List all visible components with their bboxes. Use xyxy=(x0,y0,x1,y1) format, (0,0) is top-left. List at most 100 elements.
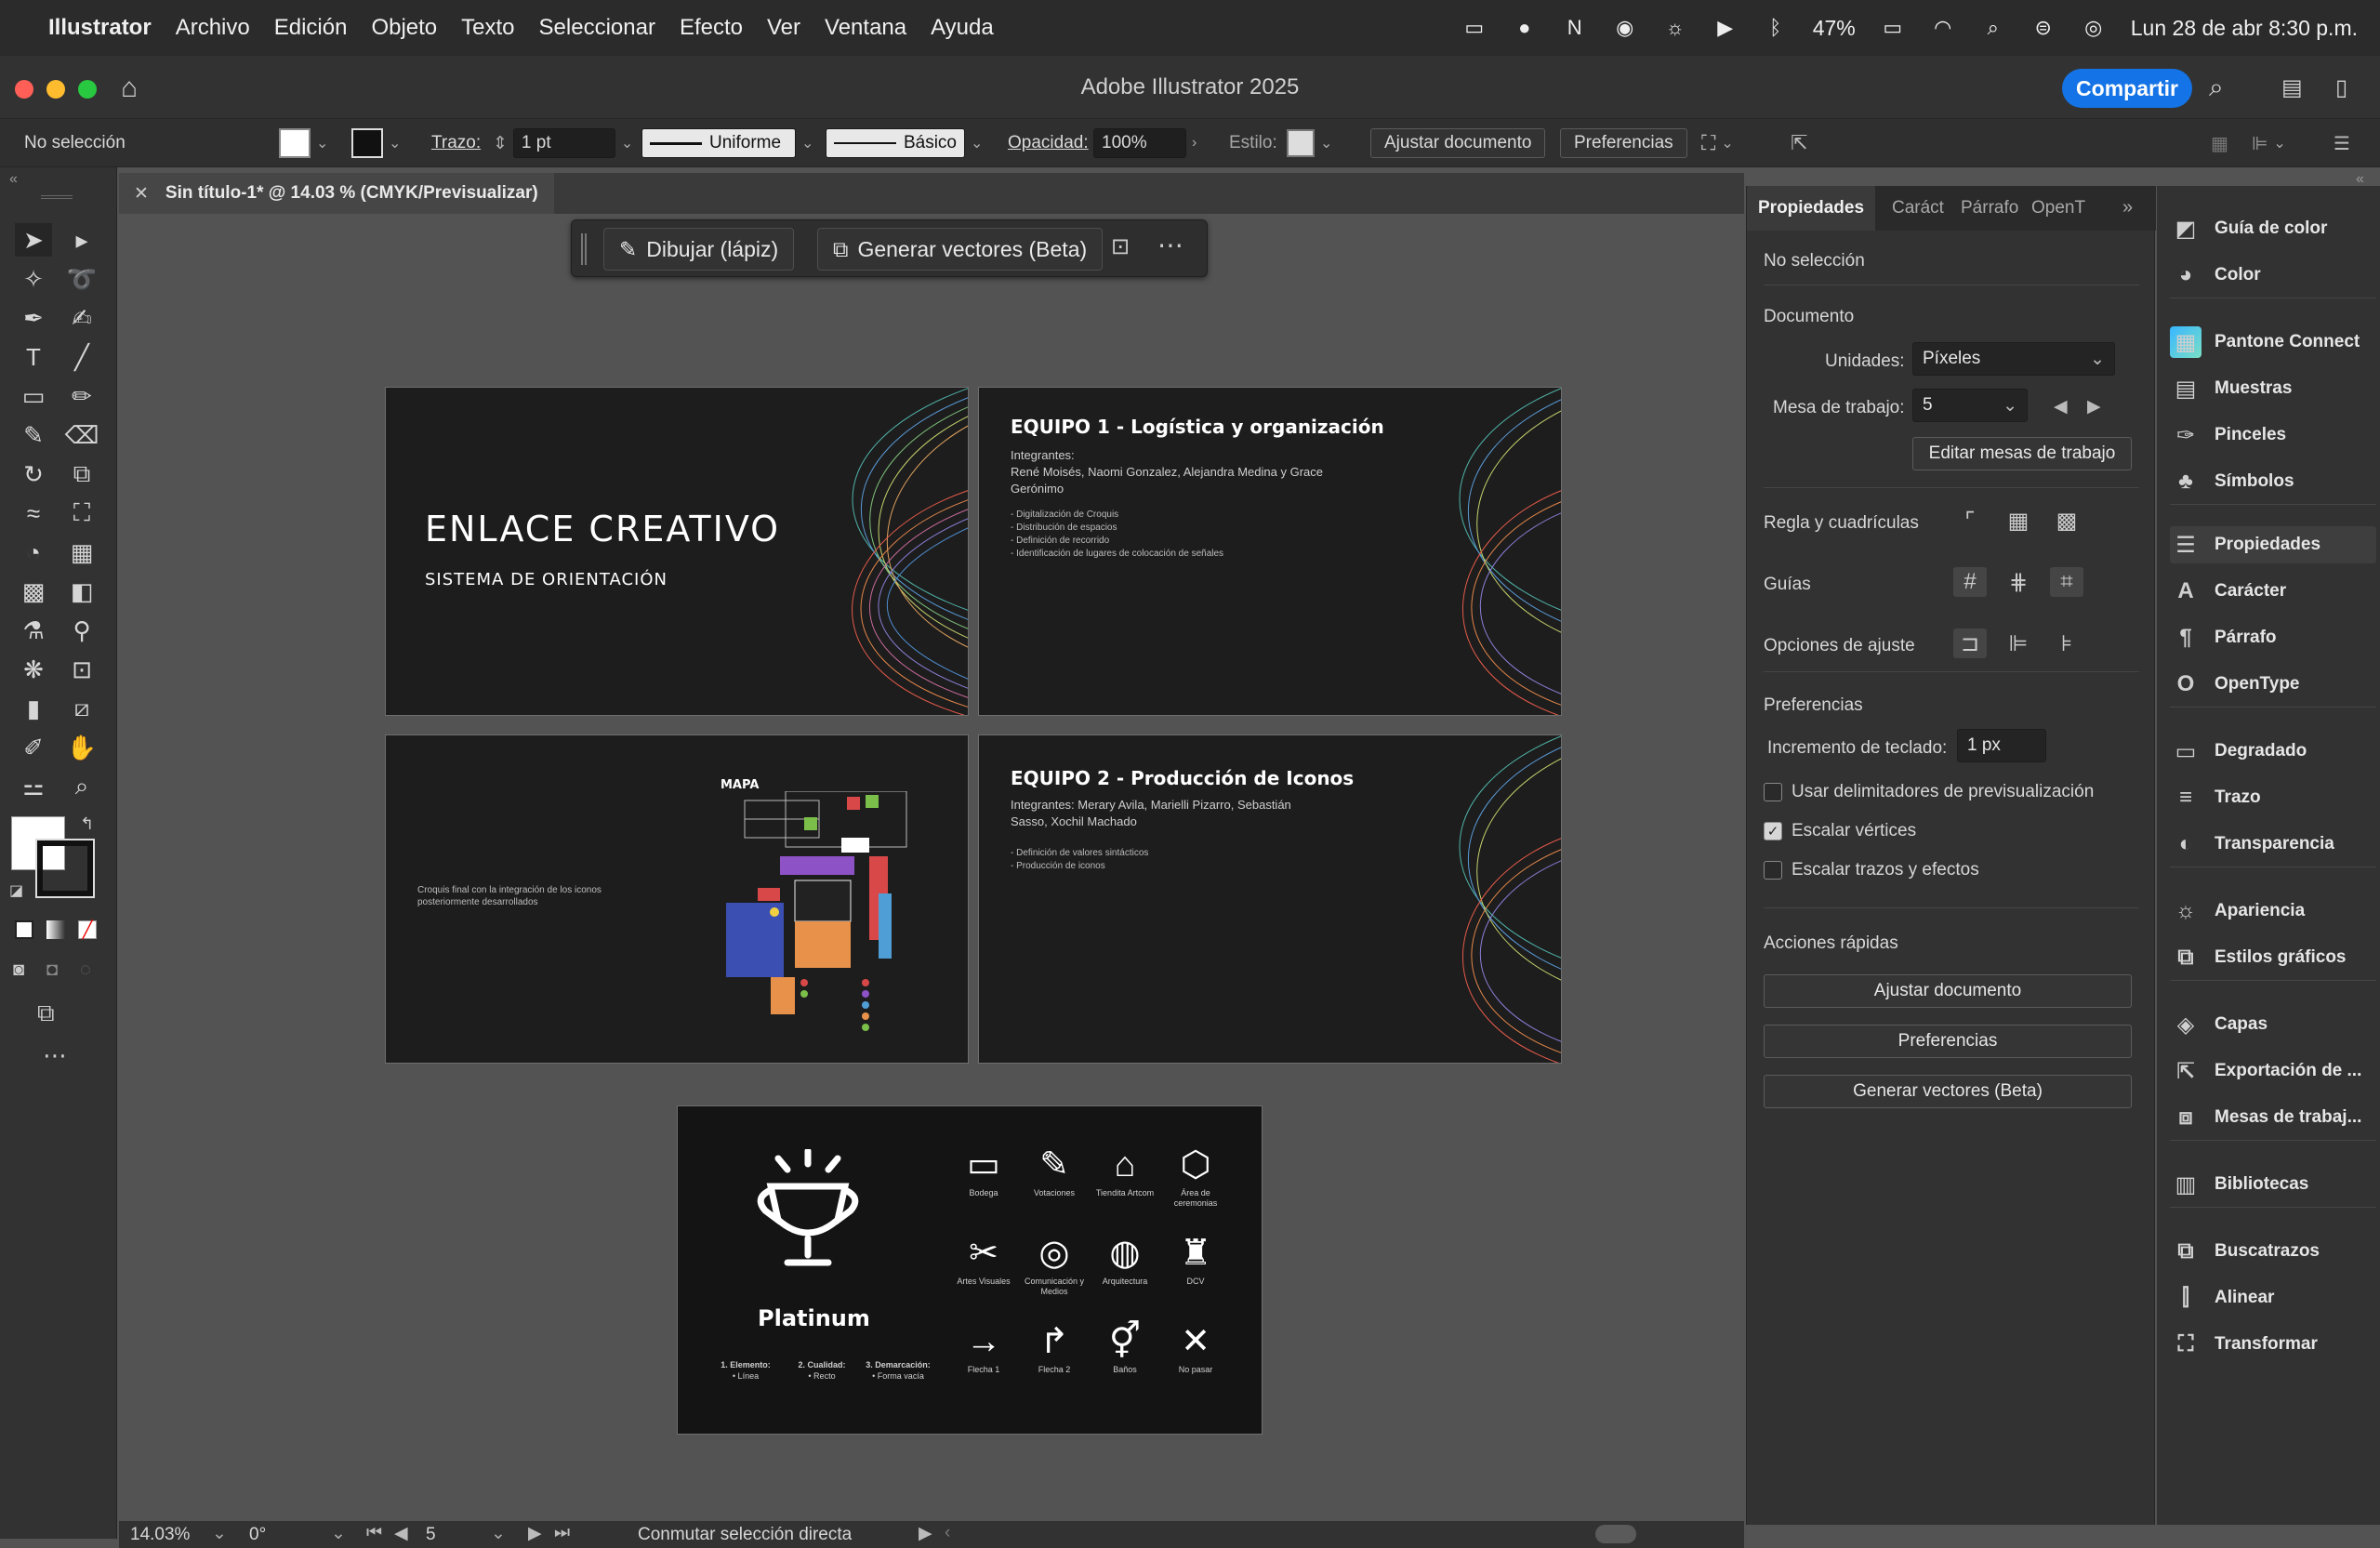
dock-item[interactable]: ✑ Pinceles xyxy=(2170,417,2376,454)
dock-item[interactable]: ♣ Símbolos xyxy=(2170,463,2376,500)
snap-to-pixel-icon[interactable]: ⊧ xyxy=(2050,628,2083,658)
eyedropper-tool-icon[interactable]: ⚲ xyxy=(63,614,100,647)
collapse-dock-icon[interactable]: « xyxy=(2356,171,2364,188)
variable-width-profile[interactable]: Uniforme ⌄ xyxy=(641,128,813,158)
curvature-tool-icon[interactable]: ✍ xyxy=(63,301,100,335)
dock-item[interactable]: ▥ Bibliotecas xyxy=(2170,1166,2376,1203)
dock-item[interactable]: ⫿ Alinear xyxy=(2170,1279,2376,1316)
stroke-weight-stepper[interactable]: ⇕ 1 pt ⌄ xyxy=(493,128,633,158)
tab-parrafo[interactable]: Párrafo xyxy=(1961,186,2018,231)
edit-artboards-button[interactable]: Editar mesas de trabajo xyxy=(1912,437,2132,470)
checkbox[interactable]: ✓ xyxy=(1764,822,1782,840)
previous-artboard-icon[interactable]: ◀ xyxy=(2054,396,2068,417)
artboard-5[interactable]: Platinum 1. Elemento: • Línea 2. Cualidad:… xyxy=(677,1105,1263,1435)
ruler-icon[interactable]: ⌜ xyxy=(1953,506,1987,536)
artboard-dropdown-icon[interactable]: ⌄ xyxy=(491,1523,506,1544)
menu-ayuda[interactable]: Ayuda xyxy=(931,15,994,41)
tab-propiedades[interactable]: Propiedades xyxy=(1747,186,1876,231)
menu-ventana[interactable]: Ventana xyxy=(825,15,906,41)
blend-tool-icon[interactable]: ⚗ xyxy=(15,614,52,647)
dock-item[interactable]: A Carácter xyxy=(2170,573,2376,610)
draw-inside-icon[interactable]: ◌ xyxy=(80,959,91,981)
direct-selection-tool-icon[interactable]: ▸ xyxy=(63,223,100,257)
dock-item[interactable]: ◐ Transparencia xyxy=(2170,826,2376,863)
dock-item[interactable]: ▤ Muestras xyxy=(2170,370,2376,407)
menu-edicion[interactable]: Edición xyxy=(274,15,348,41)
draw-behind-icon[interactable]: ◘ xyxy=(46,959,58,981)
brush-definition[interactable]: Básico ⌄ xyxy=(826,128,983,158)
artboard-select[interactable]: 5 ⌄ xyxy=(1912,389,2028,422)
dock-item[interactable]: ☼ Apariencia xyxy=(2170,893,2376,930)
rectangle-tool-icon[interactable]: ▭ xyxy=(15,379,52,413)
search-icon[interactable]: ⌕ xyxy=(2209,73,2224,103)
artboard-3[interactable]: Croquis final con la integración de los … xyxy=(385,734,969,1064)
stroke-weight-field[interactable]: 1 pt xyxy=(512,128,615,158)
night-shift-icon[interactable]: ☼ xyxy=(1662,15,1688,41)
dock-item[interactable]: ⧉ Estilos gráficos xyxy=(2170,939,2376,976)
mesh-tool-icon[interactable]: ▩ xyxy=(15,575,52,608)
stroke-swatch[interactable] xyxy=(35,839,95,898)
rotate-tool-icon[interactable]: ↻ xyxy=(15,457,52,491)
artboard-2[interactable]: EQUIPO 1 - Logística y organización Inte… xyxy=(978,387,1562,716)
gradient-mode-icon[interactable] xyxy=(46,920,65,939)
dock-item[interactable]: ☰ Propiedades xyxy=(2170,526,2376,563)
symbol-sprayer-tool-icon[interactable]: ❋ xyxy=(15,653,52,686)
paintbrush-tool-icon[interactable]: ✏ xyxy=(63,379,100,413)
user-avatar-icon[interactable]: ● xyxy=(1512,15,1538,41)
menu-ver[interactable]: Ver xyxy=(767,15,800,41)
zoom-dropdown-icon[interactable]: ⌄ xyxy=(212,1523,227,1544)
keyboard-increment-field[interactable]: 1 px xyxy=(1957,729,2046,762)
dock-item[interactable]: ◕ Color xyxy=(2170,257,2376,294)
free-transform-tool-icon[interactable]: ⛶ xyxy=(63,496,100,530)
menu-texto[interactable]: Texto xyxy=(461,15,514,41)
draw-pencil-button[interactable]: ✎ Dibujar (lápiz) xyxy=(603,228,795,271)
export-selection-icon[interactable]: ⇱ xyxy=(1791,128,1807,158)
dock-item[interactable]: ◈ Capas xyxy=(2170,1006,2376,1043)
fill-color[interactable]: ⌄ xyxy=(279,128,328,158)
dock-item[interactable]: ⛶ Transformar xyxy=(2170,1326,2376,1363)
dock-item[interactable]: ¶ Párrafo xyxy=(2170,619,2376,656)
dock-item[interactable]: O OpenType xyxy=(2170,666,2376,703)
more-tools-icon[interactable]: ⋯ xyxy=(43,1041,67,1070)
dock-item[interactable]: ◩ Guía de color xyxy=(2170,210,2376,247)
rotation-field[interactable]: 0° xyxy=(249,1525,266,1545)
menu-efecto[interactable]: Efecto xyxy=(680,15,743,41)
hand-tool-icon[interactable]: ✋ xyxy=(63,731,100,764)
isolate-icon[interactable]: ⛶ ⌄ xyxy=(1701,128,1734,158)
panel-expand-icon[interactable]: » xyxy=(2122,197,2133,218)
battery-icon[interactable]: ▭ xyxy=(1880,15,1906,41)
dock-item[interactable]: ⇱ Exportación de ... xyxy=(2170,1052,2376,1090)
artboard-1[interactable]: ENLACE CREATIVO SISTEMA DE ORIENTACIÓN xyxy=(385,387,969,716)
control-center-icon[interactable]: ⊜ xyxy=(2030,15,2056,41)
taskbar-grip[interactable] xyxy=(581,233,587,265)
close-tab-icon[interactable]: ✕ xyxy=(134,183,149,205)
collapse-toolbar-icon[interactable]: « xyxy=(9,171,18,188)
checkbox[interactable] xyxy=(1764,861,1782,880)
smart-guides-icon[interactable]: ⌗ xyxy=(2050,567,2083,597)
magic-wand-tool-icon[interactable]: ✧ xyxy=(15,262,52,296)
more-options-icon[interactable]: ⋯ xyxy=(1157,230,1183,260)
zoom-tool-icon[interactable]: ⌕ xyxy=(63,770,100,803)
scale-tool-icon[interactable]: ⧉ xyxy=(63,457,100,491)
draw-normal-icon[interactable]: ◙ xyxy=(13,959,24,981)
first-artboard-icon[interactable]: ⏮ xyxy=(366,1523,382,1543)
type-tool-icon[interactable]: T xyxy=(15,340,52,374)
prev-artboard-icon[interactable]: ◀ xyxy=(394,1523,408,1544)
next-artboard-icon[interactable]: ▶ xyxy=(2087,396,2101,417)
rotation-dropdown-icon[interactable]: ⌄ xyxy=(331,1523,346,1544)
selection-tool-icon[interactable]: ➤ xyxy=(15,223,52,257)
none-mode-icon[interactable]: ╱ xyxy=(78,920,97,939)
align-grid-icon[interactable]: ▦ xyxy=(2211,128,2228,158)
notion-icon[interactable]: N xyxy=(1562,15,1588,41)
line-tool-icon[interactable]: ╱ xyxy=(63,340,100,374)
siri-icon[interactable]: ◎ xyxy=(2081,15,2107,41)
lasso-tool-icon[interactable]: ➰ xyxy=(63,262,100,296)
spotlight-search-icon[interactable]: ⌕ xyxy=(1980,15,2006,41)
menu-objeto[interactable]: Objeto xyxy=(371,15,437,41)
slice-tool-icon[interactable]: ⧄ xyxy=(63,692,100,725)
wifi-icon[interactable]: ◠ xyxy=(1930,15,1956,41)
status-menu-icon[interactable]: ▶ xyxy=(919,1523,932,1544)
dock-item[interactable]: ▭ Degradado xyxy=(2170,733,2376,770)
fit-document-button[interactable]: Ajustar documento xyxy=(1370,128,1546,158)
menu-seleccionar[interactable]: Seleccionar xyxy=(539,15,655,41)
